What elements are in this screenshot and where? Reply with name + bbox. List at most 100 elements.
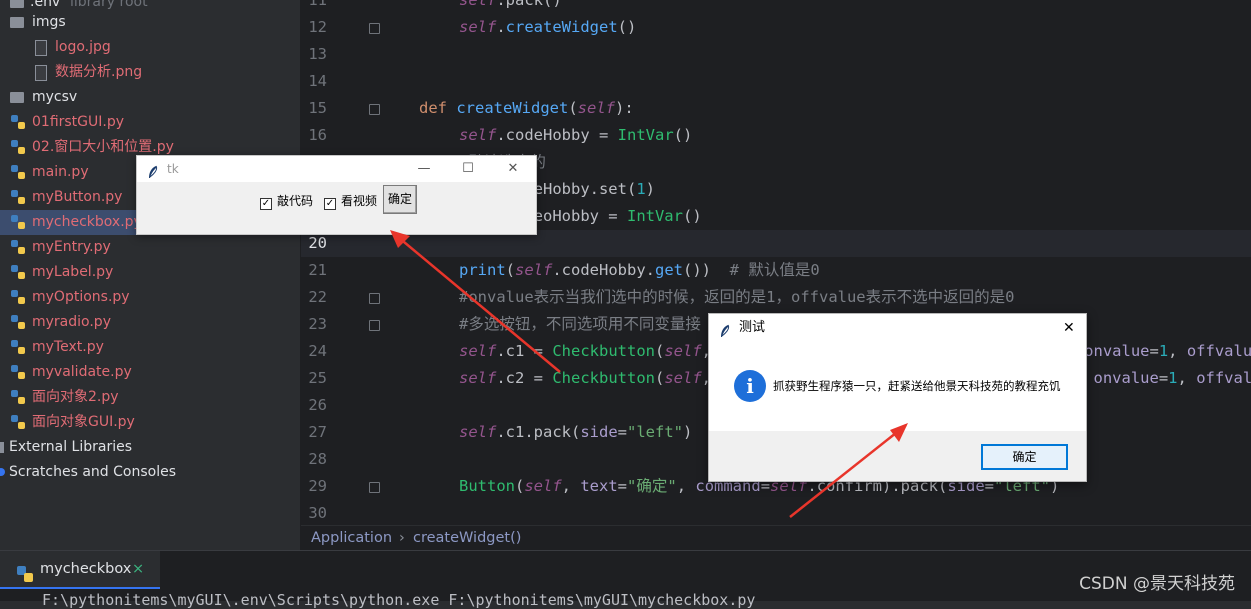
tree-item-py[interactable]: myvalidate.py — [0, 360, 300, 385]
python-file-icon — [11, 165, 25, 179]
tk-title: tk — [167, 162, 179, 176]
line-number: 13 — [308, 45, 327, 63]
python-file-icon — [11, 365, 25, 379]
line-number: 11 — [308, 0, 327, 9]
tree-item-external-libraries[interactable]: External Libraries — [0, 435, 300, 460]
dialog-titlebar[interactable]: 测试 ✕ — [709, 314, 1086, 342]
line-number: 29 — [308, 477, 327, 495]
library-icon — [0, 442, 4, 453]
line-number: 12 — [308, 18, 327, 36]
confirm-button[interactable]: 确定 — [383, 185, 417, 214]
tree-item-py[interactable]: myLabel.py — [0, 260, 300, 285]
tree-item-py[interactable]: 面向对象GUI.py — [0, 410, 300, 435]
fold-marker-icon[interactable] — [369, 320, 380, 331]
line-number: 25 — [308, 369, 327, 387]
fold-marker-icon[interactable] — [369, 104, 380, 115]
code-line: self.codeHobby = IntVar() — [459, 126, 693, 144]
tree-item-py[interactable]: 01firstGUI.py — [0, 110, 300, 135]
line-number: 30 — [308, 504, 327, 522]
python-file-icon — [11, 315, 25, 329]
python-file-icon — [11, 290, 25, 304]
python-file-icon — [11, 190, 25, 204]
dialog-message: 抓获野生程序猿一只，赶紧送给他景天科技苑的教程充饥 — [773, 379, 1061, 393]
line-number: 15 — [308, 99, 327, 117]
run-panel: mycheckbox × F:\pythonitems\myGUI\.env\S… — [0, 550, 1251, 609]
line-number: 27 — [308, 423, 327, 441]
python-file-icon — [11, 115, 25, 129]
tree-item-imgs[interactable]: imgs — [0, 10, 300, 35]
folder-icon — [10, 0, 24, 8]
breadcrumb-class[interactable]: Application — [311, 526, 392, 551]
feather-icon — [147, 162, 159, 178]
tree-item-mycsv[interactable]: mycsv — [0, 85, 300, 110]
project-tree: .env library root imgs logo.jpg 数据分析.png… — [0, 0, 301, 550]
tree-item-scratches[interactable]: Scratches and Consoles — [0, 460, 300, 485]
python-file-icon — [11, 390, 25, 404]
line-number: 21 — [308, 261, 327, 279]
breadcrumb: Application › createWidget() — [301, 525, 1251, 551]
scratch-icon — [0, 468, 5, 476]
python-icon — [16, 561, 34, 582]
run-tab-label: mycheckbox — [40, 561, 132, 577]
line-number: 22 — [308, 288, 327, 306]
tree-item-py[interactable]: myOptions.py — [0, 285, 300, 310]
dialog-body: i 抓获野生程序猿一只，赶紧送给他景天科技苑的教程充饥 — [709, 342, 1086, 431]
line-number: 14 — [308, 72, 327, 90]
code-line: def createWidget(self): — [419, 99, 634, 117]
close-button[interactable]: ✕ — [493, 156, 533, 182]
checkbox-code-label: 敲代码 — [277, 194, 314, 208]
python-file-icon — [11, 265, 25, 279]
python-file-icon — [11, 240, 25, 254]
dialog-title: 测试 — [739, 320, 766, 335]
line-number: 16 — [308, 126, 327, 144]
console-output: F:\pythonitems\myGUI\.env\Scripts\python… — [42, 591, 756, 609]
line-number: 24 — [308, 342, 327, 360]
info-icon: i — [734, 370, 766, 402]
check-icon: ✓ — [260, 198, 272, 210]
tree-item-py[interactable]: 面向对象2.py — [0, 385, 300, 410]
tk-window[interactable]: tk — ☐ ✕ ✓ 敲代码 ✓ 看视频 确定 — [136, 155, 537, 235]
line-number: 28 — [308, 450, 327, 468]
watermark: CSDN @景天科技苑 — [1079, 574, 1235, 594]
tree-item-py[interactable]: myText.py — [0, 335, 300, 360]
ok-button[interactable]: 确定 — [981, 444, 1068, 470]
checkbox-video[interactable]: ✓ 看视频 — [324, 193, 378, 210]
checkbox-video-label: 看视频 — [341, 194, 378, 208]
fold-marker-icon[interactable] — [369, 482, 380, 493]
code-line: #onvalue表示当我们选中的时候，返回的是1，offvalue表示不选中返回… — [459, 288, 1015, 306]
feather-icon — [719, 321, 731, 337]
image-file-icon — [35, 65, 47, 81]
line-number: 26 — [308, 396, 327, 414]
tree-item-data-analysis[interactable]: 数据分析.png — [0, 60, 300, 85]
line-number: 23 — [308, 315, 327, 333]
folder-icon — [10, 17, 24, 28]
python-file-icon — [11, 340, 25, 354]
code-line: #多选按钮，不同选项用不同变量接 — [459, 315, 701, 333]
breadcrumb-separator: › — [399, 530, 405, 546]
tree-item-py[interactable]: myradio.py — [0, 310, 300, 335]
tree-item-logo[interactable]: logo.jpg — [0, 35, 300, 60]
python-file-icon — [11, 415, 25, 429]
tk-titlebar[interactable]: tk — ☐ ✕ — [137, 156, 536, 182]
close-icon[interactable]: × — [132, 551, 144, 587]
fold-marker-icon[interactable] — [369, 293, 380, 304]
folder-icon — [10, 92, 24, 103]
close-icon[interactable]: ✕ — [1063, 314, 1075, 342]
maximize-button[interactable]: ☐ — [448, 156, 488, 182]
tree-item-py[interactable]: myEntry.py — [0, 235, 300, 260]
python-file-icon — [11, 215, 25, 229]
checkbox-code[interactable]: ✓ 敲代码 — [260, 193, 314, 210]
breadcrumb-method[interactable]: createWidget() — [413, 526, 521, 551]
run-tab[interactable]: mycheckbox × — [0, 551, 160, 589]
dialog-footer: 确定 — [709, 431, 1086, 481]
code-line: self.c1.pack(side="left") — [459, 423, 693, 441]
code-line: self.pack() — [459, 0, 562, 9]
minimize-button[interactable]: — — [404, 156, 444, 182]
image-file-icon — [35, 40, 47, 56]
python-file-icon — [11, 140, 25, 154]
check-icon: ✓ — [324, 198, 336, 210]
code-line: print(self.codeHobby.get()) # 默认值是0 — [459, 261, 820, 279]
fold-marker-icon[interactable] — [369, 23, 380, 34]
code-line: self.createWidget() — [459, 18, 637, 36]
message-dialog[interactable]: 测试 ✕ i 抓获野生程序猿一只，赶紧送给他景天科技苑的教程充饥 确定 — [708, 313, 1087, 482]
